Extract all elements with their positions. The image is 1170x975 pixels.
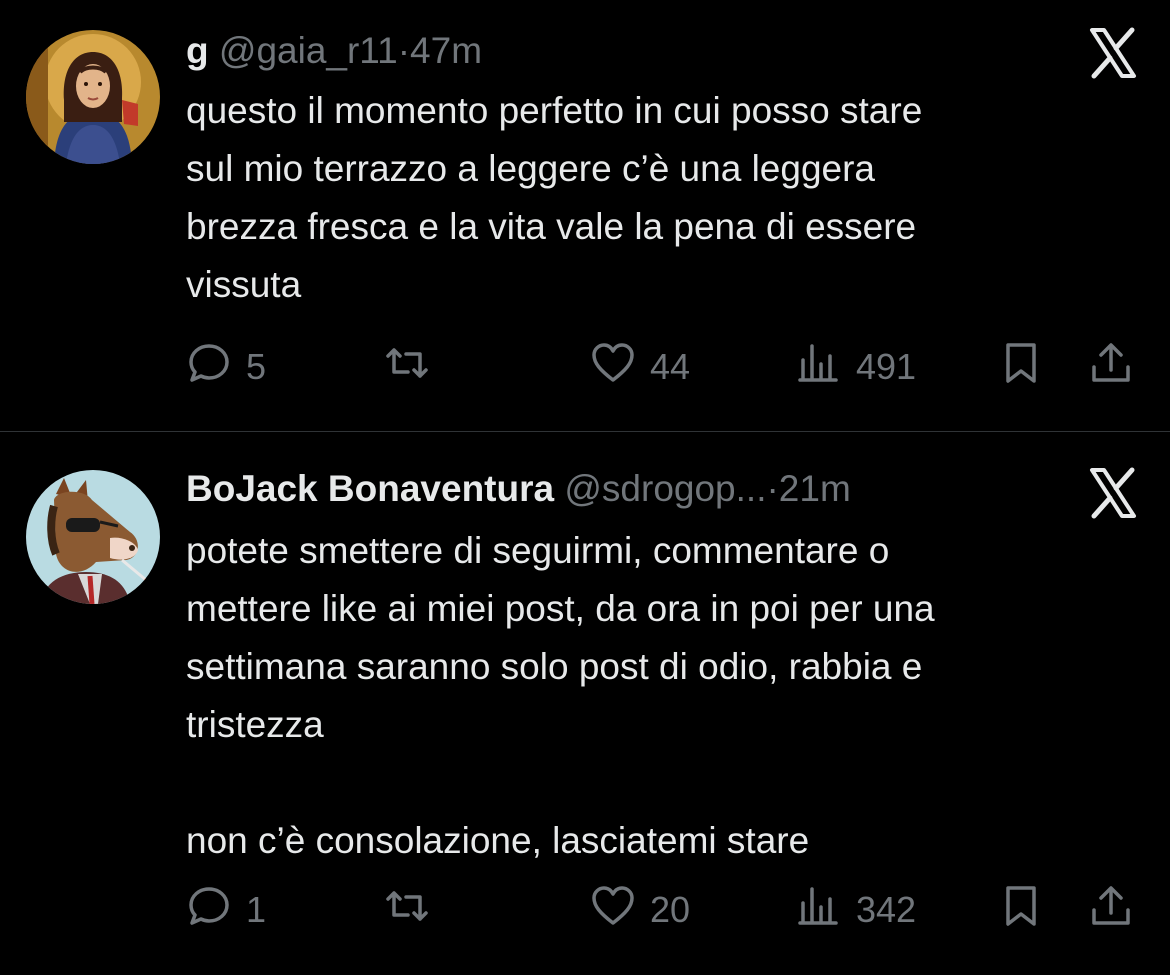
views-icon xyxy=(796,883,842,938)
retweet-icon xyxy=(384,883,430,938)
reply-count: 5 xyxy=(246,346,267,387)
avatar[interactable] xyxy=(26,470,160,604)
action-bar: 1 20 342 xyxy=(186,880,1141,940)
views-button[interactable]: 342 xyxy=(796,880,916,940)
separator: · xyxy=(397,30,411,71)
timestamp[interactable]: 21m xyxy=(779,468,851,509)
retweet-button[interactable] xyxy=(384,880,430,940)
avatar[interactable] xyxy=(26,30,160,164)
tweet[interactable]: BoJack Bonaventura @sdrogop...·21m potet… xyxy=(0,432,1170,974)
like-icon xyxy=(590,883,636,938)
reply-button[interactable]: 1 xyxy=(186,880,266,940)
like-button[interactable]: 44 xyxy=(590,337,690,397)
retweet-button[interactable] xyxy=(384,337,430,397)
bookmark-button[interactable] xyxy=(998,880,1044,940)
action-bar: 5 44 491 xyxy=(186,337,1141,397)
tweet-text: potete smettere di seguirmi, commentare … xyxy=(186,530,935,861)
tweet-header: g @gaia_r11·47m xyxy=(186,30,1050,80)
bookmark-icon xyxy=(998,883,1044,938)
share-button[interactable] xyxy=(1088,880,1134,940)
share-icon xyxy=(1088,340,1134,395)
reply-button[interactable]: 5 xyxy=(186,337,266,397)
tweet-text: questo il momento perfetto in cui posso … xyxy=(186,90,923,305)
bookmark-icon xyxy=(998,340,1044,395)
bookmark-button[interactable] xyxy=(998,337,1044,397)
handle[interactable]: @gaia_r11 xyxy=(219,30,398,71)
reply-count: 1 xyxy=(246,889,267,930)
tweet[interactable]: g @gaia_r11·47m questo il momento perfet… xyxy=(0,0,1170,432)
like-icon xyxy=(590,340,636,395)
like-count: 20 xyxy=(650,889,691,930)
timestamp[interactable]: 47m xyxy=(410,30,482,71)
separator: · xyxy=(766,468,779,509)
reply-icon xyxy=(186,883,232,938)
handle[interactable]: @sdrogop... xyxy=(564,468,766,509)
share-icon xyxy=(1088,883,1134,938)
share-button[interactable] xyxy=(1088,337,1134,397)
x-logo-icon xyxy=(1086,26,1140,80)
display-name[interactable]: g xyxy=(186,30,209,71)
x-logo-icon xyxy=(1086,466,1140,520)
views-button[interactable]: 491 xyxy=(796,337,916,397)
views-icon xyxy=(796,340,842,395)
like-button[interactable]: 20 xyxy=(590,880,690,940)
tweet-header: BoJack Bonaventura @sdrogop...·21m xyxy=(186,468,1050,518)
display-name[interactable]: BoJack Bonaventura xyxy=(186,468,554,509)
retweet-icon xyxy=(384,340,430,395)
views-count: 491 xyxy=(856,346,917,387)
views-count: 342 xyxy=(856,889,917,930)
reply-icon xyxy=(186,340,232,395)
like-count: 44 xyxy=(650,346,691,387)
